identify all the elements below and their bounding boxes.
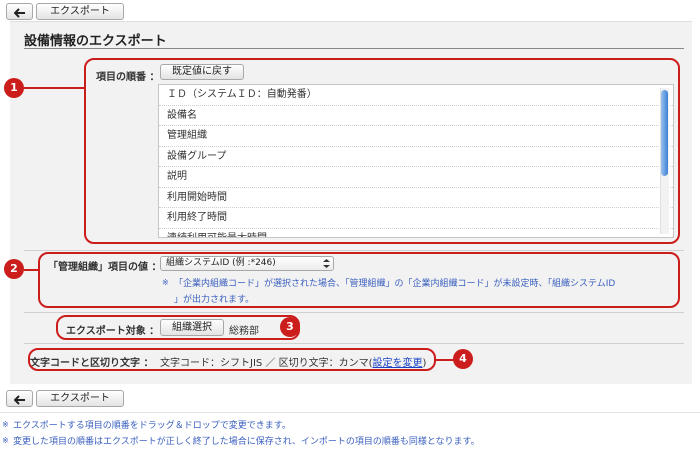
annotation-frame-2: [38, 252, 680, 308]
back-arrow-icon: [13, 394, 25, 405]
annotation-connector-1: [24, 87, 86, 89]
footer-note-2: 変更した項目の順番はエクスポートが正しく終了した場合に保存され、インポートの項目…: [13, 437, 480, 447]
footer-note-1: エクスポートする項目の順番をドラッグ＆ドロップで変更できます。: [13, 421, 291, 431]
annotation-badge-4: 4: [453, 349, 473, 369]
row-divider: [24, 250, 684, 251]
title-divider: [24, 48, 684, 49]
back-arrow-icon: [13, 7, 25, 18]
footer-note-mark: ※: [2, 420, 9, 429]
back-button-bottom[interactable]: [6, 390, 33, 407]
export-button[interactable]: エクスポート: [36, 3, 124, 20]
export-button-bottom[interactable]: エクスポート: [36, 390, 124, 407]
footer-divider: [0, 412, 700, 413]
annotation-frame-3: [56, 315, 300, 340]
annotation-frame-4: [28, 348, 436, 371]
annotation-badge-1: 1: [4, 78, 24, 98]
annotation-badge-3: 3: [280, 317, 300, 337]
row-divider: [24, 343, 684, 344]
annotation-connector-4: [435, 359, 455, 361]
annotation-badge-2: 2: [4, 259, 24, 279]
back-button[interactable]: [6, 3, 33, 20]
annotation-connector-2: [24, 269, 40, 271]
annotation-frame-1: [84, 58, 680, 244]
footer-note-mark: ※: [2, 436, 9, 445]
row-divider: [24, 312, 684, 313]
page-title: 設備情報のエクスポート: [24, 34, 167, 49]
